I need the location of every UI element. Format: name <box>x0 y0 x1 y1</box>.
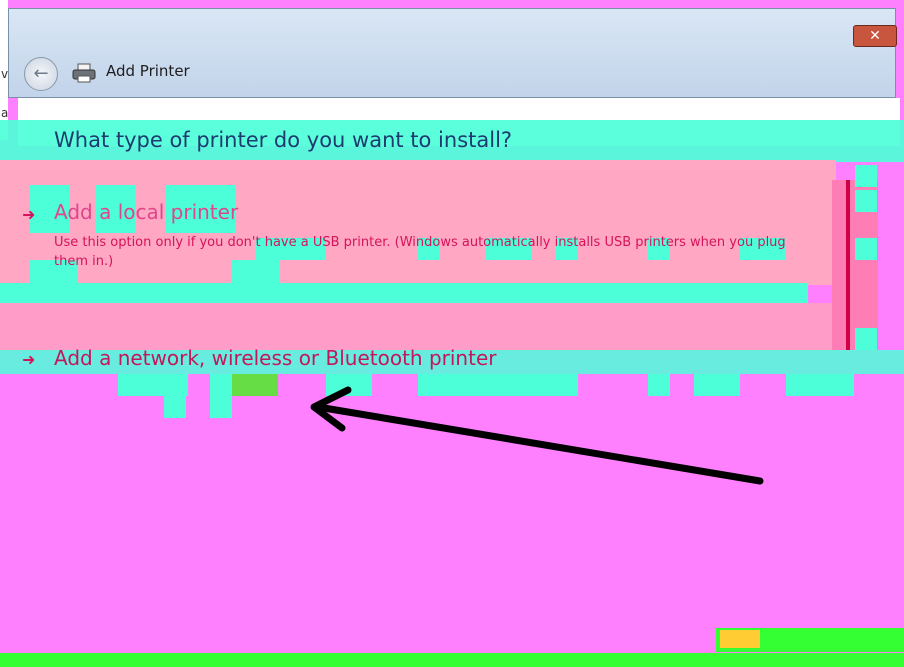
annotation-arrow <box>310 386 764 485</box>
glitch-strip <box>0 653 904 667</box>
glitch-block <box>720 630 760 648</box>
